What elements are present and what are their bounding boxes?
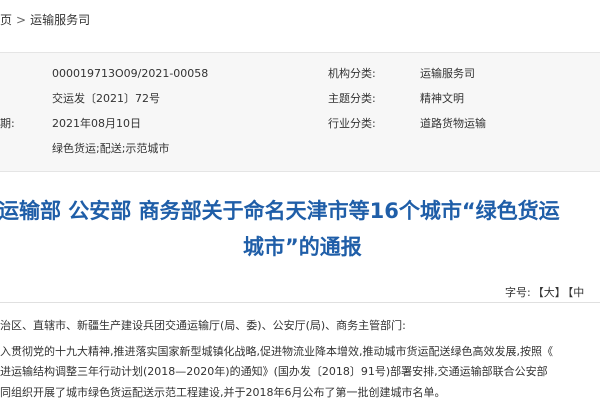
- industry-category-label: 行业分类:: [328, 117, 376, 130]
- breadcrumb: 页 > 运输服务司: [0, 10, 600, 30]
- org-category-value: 运输服务司: [420, 67, 475, 80]
- font-size-medium-button[interactable]: 【中: [568, 286, 585, 299]
- content-divider: [0, 302, 600, 303]
- body-paragraph-line-3: 进运输结构调整三年行动计划(2018—2020年)的通知》(国办发〔2018〕9…: [0, 365, 548, 378]
- breadcrumb-current-link[interactable]: 运输服务司: [30, 13, 90, 27]
- org-category-label: 机构分类:: [328, 67, 376, 80]
- body-paragraph-line-1: 治区、直辖市、新疆生产建设兵团交通运输厅(局、委)、公安厅(局)、商务主管部门:: [0, 319, 406, 332]
- document-number: 交运发〔2021〕72号: [52, 92, 160, 105]
- date-label: 期:: [0, 117, 15, 130]
- keywords: 绿色货运;配送;示范城市: [52, 142, 170, 155]
- issue-date: 2021年08月10日: [52, 117, 141, 130]
- font-size-label: 字号:: [505, 286, 531, 299]
- document-title-line-2: 城市”的通报: [243, 235, 362, 259]
- document-title-line-1: 运输部 公安部 商务部关于命名天津市等16个城市“绿色货运: [0, 199, 560, 223]
- topic-category-value: 精神文明: [420, 92, 464, 105]
- topic-category-label: 主题分类:: [328, 92, 376, 105]
- breadcrumb-separator: >: [16, 13, 27, 27]
- breadcrumb-home-link[interactable]: 页: [0, 13, 12, 27]
- font-size-large-button[interactable]: 【大】: [533, 286, 566, 299]
- body-paragraph-line-2: 入贯彻党的十九大精神,推进落实国家新型城镇化战略,促进物流业降本增效,推动城市货…: [0, 345, 553, 358]
- index-number: 000019713O09/2021-00058: [52, 67, 209, 80]
- document-meta-panel: 000019713O09/2021-00058 交运发〔2021〕72号 期: …: [0, 52, 600, 172]
- body-paragraph-line-4: 同组织开展了城市绿色货运配送示范工程建设,并于2018年6月公布了第一批创建城市…: [0, 386, 446, 399]
- industry-category-value: 道路货物运输: [420, 117, 486, 130]
- font-size-controls: 字号: 【大】 【中: [505, 284, 584, 300]
